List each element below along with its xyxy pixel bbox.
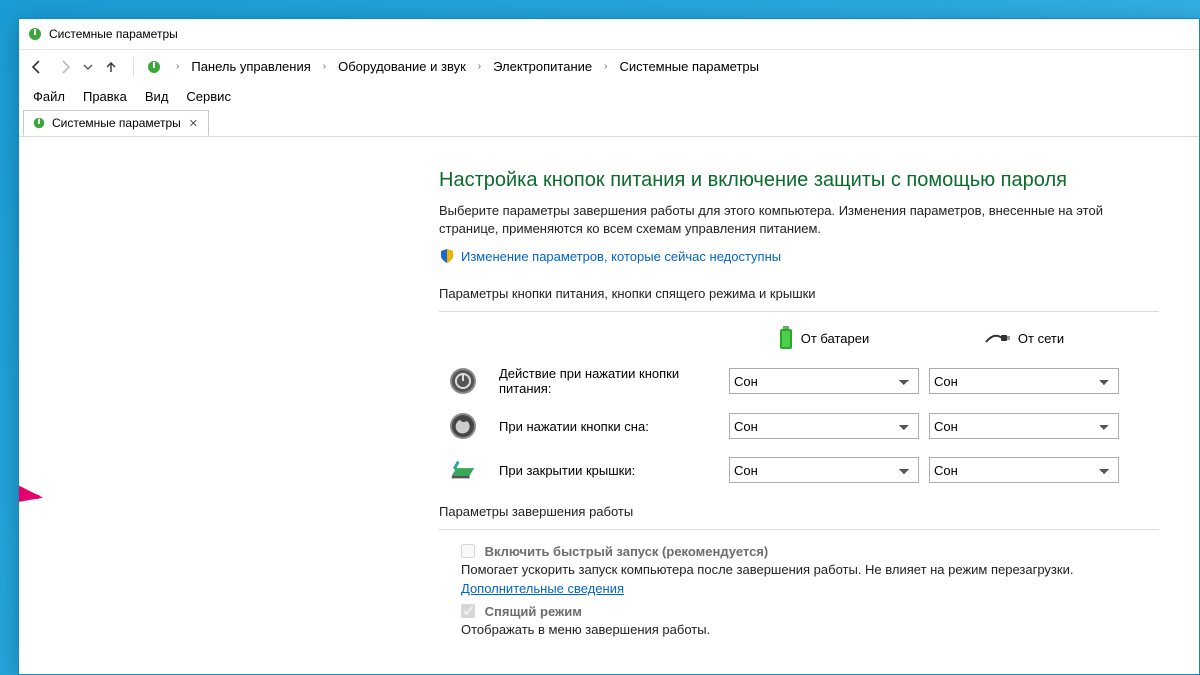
annotation-arrow bbox=[19, 477, 49, 537]
admin-change-link-text: Изменение параметров, которые сейчас нед… bbox=[461, 249, 781, 264]
control-panel-window: Системные параметры › Панель управления … bbox=[18, 18, 1200, 675]
chevron-right-icon[interactable]: › bbox=[317, 61, 332, 72]
fast-startup-row: Включить быстрый запуск (рекомендуется) bbox=[461, 544, 1101, 559]
page-title: Настройка кнопок питания и включение защ… bbox=[439, 169, 1159, 192]
sleep-description: Отображать в меню завершения работы. bbox=[461, 621, 1159, 639]
row-lid-close-label: При закрытии крышки: bbox=[499, 463, 719, 478]
breadcrumb-item[interactable]: Оборудование и звук bbox=[336, 59, 468, 74]
sleep-label-text: Спящий режим bbox=[485, 604, 582, 619]
breadcrumb-item[interactable]: Панель управления bbox=[189, 59, 312, 74]
menu-file[interactable]: Файл bbox=[25, 86, 73, 107]
sleep-checkbox-label[interactable]: Спящий режим bbox=[461, 604, 582, 619]
power-button-icon bbox=[449, 367, 477, 395]
sleep-button-battery-select[interactable]: Сон bbox=[729, 413, 919, 439]
titlebar: Системные параметры bbox=[19, 19, 1199, 49]
breadcrumb-item[interactable]: Системные параметры bbox=[617, 59, 760, 74]
menubar: Файл Правка Вид Сервис bbox=[19, 83, 1199, 109]
sleep-button-icon bbox=[449, 412, 477, 440]
chevron-right-icon[interactable]: › bbox=[472, 61, 487, 72]
window-title: Системные параметры bbox=[49, 27, 178, 41]
admin-change-link[interactable]: Изменение параметров, которые сейчас нед… bbox=[439, 248, 781, 264]
power-button-ac-select[interactable]: Сон bbox=[929, 368, 1119, 394]
fast-startup-checkbox[interactable] bbox=[461, 544, 475, 558]
shield-icon bbox=[439, 248, 455, 264]
shutdown-section-heading: Параметры завершения работы bbox=[439, 504, 1159, 519]
tab-label: Cистемные параметры bbox=[52, 116, 181, 130]
fast-startup-more-info-link[interactable]: Дополнительные сведения bbox=[461, 581, 624, 596]
menu-tools[interactable]: Сервис bbox=[178, 86, 239, 107]
back-button[interactable] bbox=[25, 55, 49, 79]
separator bbox=[133, 57, 134, 77]
breadcrumb-item[interactable]: Электропитание bbox=[491, 59, 594, 74]
page-description: Выберите параметры завершения работы для… bbox=[439, 202, 1129, 238]
recent-locations-dropdown[interactable] bbox=[81, 62, 95, 72]
row-sleep-button-label: При нажатии кнопки сна: bbox=[499, 419, 719, 434]
sleep-button-ac-select[interactable]: Сон bbox=[929, 413, 1119, 439]
tabbar: Cистемные параметры ✕ bbox=[19, 109, 1199, 137]
column-battery: От батареи bbox=[729, 326, 919, 350]
lid-close-icon bbox=[449, 456, 477, 484]
power-settings-grid: От батареи От сети Действие при нажатии … bbox=[449, 326, 1159, 484]
power-options-icon bbox=[32, 116, 46, 130]
fast-startup-checkbox-label[interactable]: Включить быстрый запуск (рекомендуется) bbox=[461, 544, 768, 559]
shutdown-settings-section: Параметры завершения работы Включить быс… bbox=[439, 504, 1159, 639]
fast-startup-description: Помогает ускорить запуск компьютера посл… bbox=[461, 561, 1159, 597]
battery-icon bbox=[779, 326, 793, 350]
divider bbox=[439, 529, 1159, 530]
column-ac-label: От сети bbox=[1018, 331, 1064, 346]
divider bbox=[439, 311, 1159, 312]
row-power-button-label: Действие при нажатии кнопки питания: bbox=[499, 366, 719, 396]
lid-close-ac-select[interactable]: Сон bbox=[929, 457, 1119, 483]
close-tab-icon[interactable]: ✕ bbox=[187, 117, 200, 130]
plug-icon bbox=[984, 330, 1010, 346]
menu-edit[interactable]: Правка bbox=[75, 86, 135, 107]
buttons-section-heading: Параметры кнопки питания, кнопки спящего… bbox=[439, 286, 1159, 301]
chevron-right-icon[interactable]: › bbox=[170, 61, 185, 72]
menu-view[interactable]: Вид bbox=[137, 86, 177, 107]
chevron-right-icon[interactable]: › bbox=[598, 61, 613, 72]
sleep-checkbox[interactable] bbox=[461, 604, 475, 618]
power-button-battery-select[interactable]: Сон bbox=[729, 368, 919, 394]
nav-toolbar: › Панель управления › Оборудование и зву… bbox=[19, 49, 1199, 83]
column-ac: От сети bbox=[929, 330, 1119, 346]
fast-startup-label-text: Включить быстрый запуск (рекомендуется) bbox=[485, 544, 769, 559]
lid-close-battery-select[interactable]: Сон bbox=[729, 457, 919, 483]
power-options-icon bbox=[146, 59, 162, 75]
power-options-icon bbox=[27, 26, 43, 42]
up-button[interactable] bbox=[99, 55, 123, 79]
sleep-row: Спящий режим bbox=[461, 604, 1101, 619]
forward-button[interactable] bbox=[53, 55, 77, 79]
column-battery-label: От батареи bbox=[801, 331, 870, 346]
tab-system-settings[interactable]: Cистемные параметры ✕ bbox=[23, 110, 209, 136]
content-area: Настройка кнопок питания и включение защ… bbox=[19, 139, 1199, 674]
